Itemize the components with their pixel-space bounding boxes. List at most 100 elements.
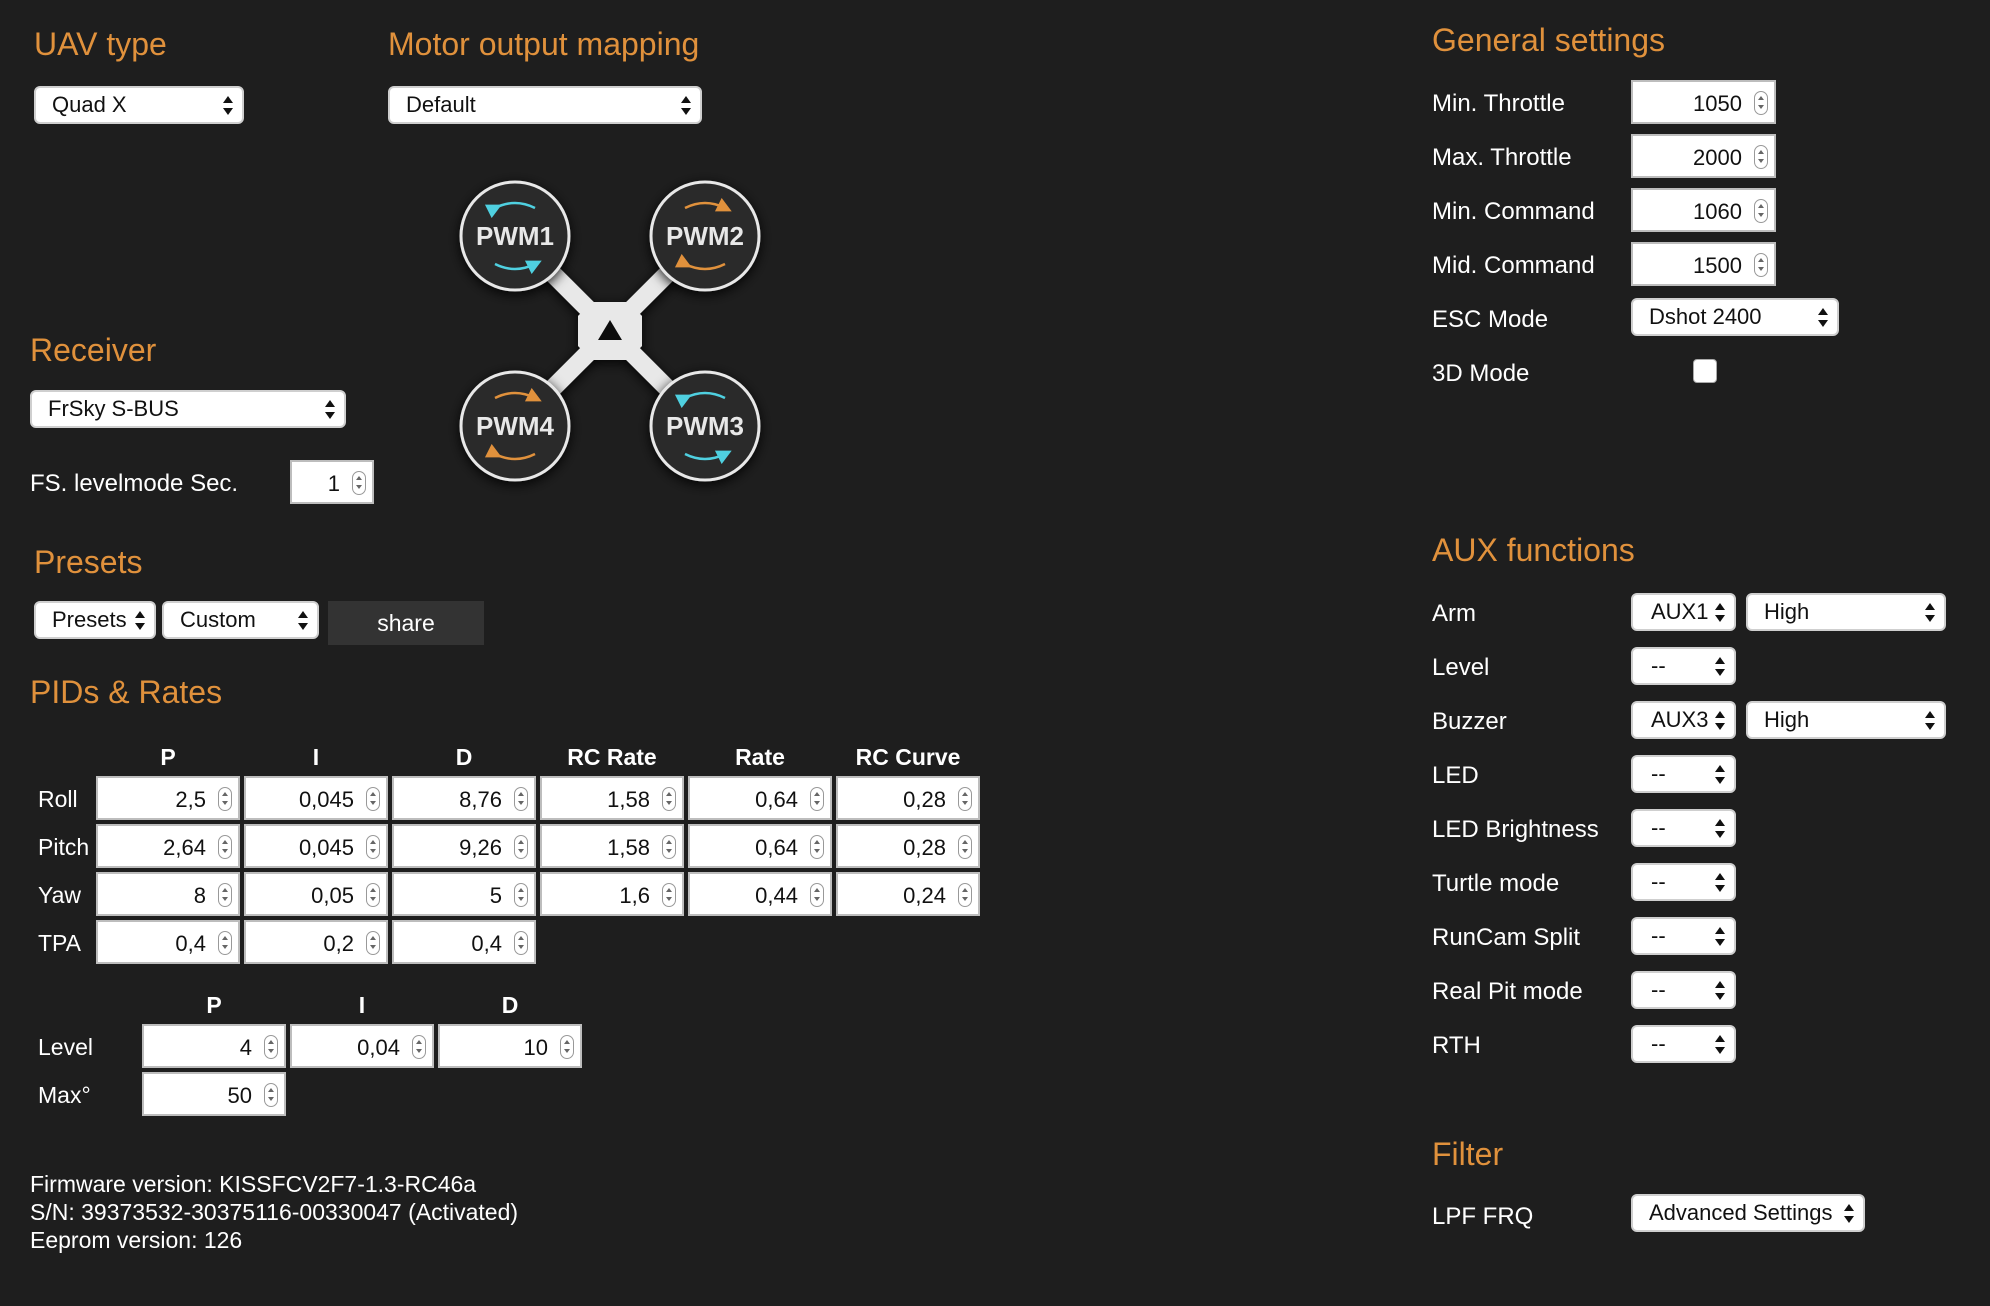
select-arrows-icon <box>1714 600 1726 626</box>
pitch-rc-curve-input[interactable]: 0,28 <box>836 824 980 868</box>
uav-type-select[interactable]: Quad X <box>34 86 244 124</box>
fs-levelmode-input[interactable]: 1 <box>290 460 374 504</box>
mode-3d-label: 3D Mode <box>1432 360 1530 387</box>
pitch-d-input[interactable]: 9,26 <box>392 824 536 868</box>
aux-arm-state-select[interactable]: High <box>1746 593 1946 631</box>
pid-header-d: D <box>455 744 473 770</box>
motor-pwm4: PWM4 <box>459 370 571 482</box>
pitch-i-input[interactable]: 0,045 <box>244 824 388 868</box>
aux-level-channel-select[interactable]: -- <box>1631 647 1736 685</box>
roll-rc-curve-input[interactable]: 0,28 <box>836 776 980 820</box>
svg-text:PWM3: PWM3 <box>666 411 744 441</box>
uav-type-title: UAV type <box>34 26 167 62</box>
custom-preset-select[interactable]: Custom <box>162 601 319 639</box>
roll-d-input[interactable]: 8,76 <box>392 776 536 820</box>
pitch-rate-input[interactable]: 0,64 <box>688 824 832 868</box>
min-throttle-input[interactable]: 1050 <box>1631 80 1776 124</box>
level-p-input[interactable]: 4 <box>142 1024 286 1068</box>
share-button[interactable]: share <box>328 601 484 645</box>
spinner-icon <box>264 1035 278 1059</box>
aux-rth-channel-select[interactable]: -- <box>1631 1025 1736 1063</box>
lpf-frq-label: LPF FRQ <box>1432 1203 1534 1230</box>
min-command-input[interactable]: 1060 <box>1631 188 1776 232</box>
motor-pwm1: PWM1 <box>459 180 571 292</box>
yaw-rc-rate-input[interactable]: 1,6 <box>540 872 684 916</box>
pitch-rc-rate-input[interactable]: 1,58 <box>540 824 684 868</box>
row-label-pitch: Pitch <box>38 834 90 860</box>
max-throttle-input[interactable]: 2000 <box>1631 134 1776 178</box>
presets-select[interactable]: Presets <box>34 601 156 639</box>
roll-p-input[interactable]: 2,5 <box>96 776 240 820</box>
select-arrows-icon <box>1714 924 1726 950</box>
tpa-i-input[interactable]: 0,2 <box>244 920 388 964</box>
roll-rc-rate-input[interactable]: 1,58 <box>540 776 684 820</box>
aux-led-brightness-channel-select[interactable]: -- <box>1631 809 1736 847</box>
select-arrows-icon <box>1714 762 1726 788</box>
yaw-i-input[interactable]: 0,05 <box>244 872 388 916</box>
quad-motor-diagram: PWM1 PWM2 PWM4 PWM3 <box>459 180 761 482</box>
yaw-p-input[interactable]: 8 <box>96 872 240 916</box>
aux-buzzer-channel-select[interactable]: AUX3 <box>1631 701 1736 739</box>
aux-arm-channel-select[interactable]: AUX1 <box>1631 593 1736 631</box>
motor-pwm2: PWM2 <box>649 180 761 292</box>
tpa-d-input[interactable]: 0,4 <box>392 920 536 964</box>
aux-turtle-mode-channel-select[interactable]: -- <box>1631 863 1736 901</box>
esc-mode-select[interactable]: Dshot 2400 <box>1631 298 1839 336</box>
spinner-icon <box>810 835 824 859</box>
spinner-icon <box>264 1083 278 1107</box>
aux-label-turtle-mode: Turtle mode <box>1432 870 1560 897</box>
spinner-icon <box>560 1035 574 1059</box>
esc-mode-label: ESC Mode <box>1432 306 1549 333</box>
aux-label-real-pit-mode: Real Pit mode <box>1432 978 1583 1005</box>
uav-type-value: Quad X <box>52 92 127 117</box>
aux-label-led-brightness: LED Brightness <box>1432 816 1599 843</box>
spinner-icon <box>810 787 824 811</box>
yaw-rate-input[interactable]: 0,44 <box>688 872 832 916</box>
mode-3d-checkbox[interactable] <box>1693 359 1717 383</box>
roll-i-input[interactable]: 0,045 <box>244 776 388 820</box>
custom-preset-value: Custom <box>180 607 256 632</box>
aux-led-channel-select[interactable]: -- <box>1631 755 1736 793</box>
lpf-frq-select[interactable]: Advanced Settings <box>1631 1194 1865 1232</box>
receiver-value: FrSky S-BUS <box>48 396 179 421</box>
spinner-icon <box>1754 253 1768 277</box>
select-arrows-icon <box>1714 870 1726 896</box>
select-arrows-icon <box>1924 600 1936 626</box>
roll-rate-input[interactable]: 0,64 <box>688 776 832 820</box>
tpa-p-input[interactable]: 0,4 <box>96 920 240 964</box>
min-command-label: Min. Command <box>1432 198 1595 225</box>
spinner-icon <box>810 883 824 907</box>
select-arrows-icon <box>1714 816 1726 842</box>
spinner-icon <box>958 787 972 811</box>
yaw-d-input[interactable]: 5 <box>392 872 536 916</box>
svg-text:PWM4: PWM4 <box>476 411 555 441</box>
motor-mapping-title: Motor output mapping <box>388 26 700 62</box>
motor-mapping-select[interactable]: Default <box>388 86 702 124</box>
row-label-yaw: Yaw <box>38 882 82 908</box>
level-i-input[interactable]: 0,04 <box>290 1024 434 1068</box>
spinner-icon <box>352 471 366 495</box>
level-d-input[interactable]: 10 <box>438 1024 582 1068</box>
mid-command-input[interactable]: 1500 <box>1631 242 1776 286</box>
pitch-p-input[interactable]: 2,64 <box>96 824 240 868</box>
mid-command-label: Mid. Command <box>1432 252 1595 279</box>
spinner-icon <box>1754 145 1768 169</box>
yaw-rc-curve-input[interactable]: 0,24 <box>836 872 980 916</box>
select-arrows-icon <box>680 93 692 119</box>
receiver-select[interactable]: FrSky S-BUS <box>30 390 346 428</box>
lpf-frq-value: Advanced Settings <box>1649 1200 1833 1225</box>
aux-runcam-split-channel-select[interactable]: -- <box>1631 917 1736 955</box>
svg-text:PWM2: PWM2 <box>666 221 744 251</box>
aux-label-buzzer: Buzzer <box>1432 708 1507 735</box>
max-angle-input[interactable]: 50 <box>142 1072 286 1116</box>
aux-real-pit-mode-channel-select[interactable]: -- <box>1631 971 1736 1009</box>
firmware-version: Firmware version: KISSFCV2F7-1.3-RC46a <box>30 1171 477 1197</box>
row-label-level: Level <box>38 1034 93 1060</box>
select-arrows-icon <box>222 93 234 119</box>
spinner-icon <box>366 883 380 907</box>
level-header-i: I <box>358 992 366 1018</box>
spinner-icon <box>958 883 972 907</box>
aux-label-arm: Arm <box>1432 600 1476 627</box>
aux-buzzer-state-select[interactable]: High <box>1746 701 1946 739</box>
select-arrows-icon <box>134 608 146 634</box>
